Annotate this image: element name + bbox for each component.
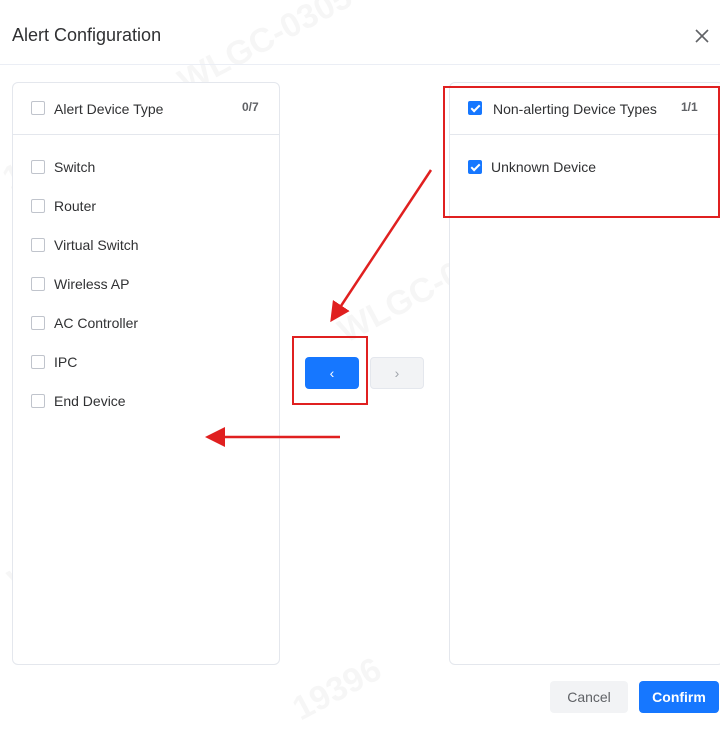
checkbox[interactable] [31,277,45,291]
checkbox[interactable] [31,355,45,369]
move-to-target-button[interactable]: › [370,357,424,389]
select-all-source-checkbox[interactable] [31,101,45,115]
confirm-button[interactable]: Confirm [639,681,719,713]
item-label: Virtual Switch [54,237,139,253]
arrow-annotation [330,169,433,323]
checkbox[interactable] [31,160,45,174]
checkbox[interactable] [31,199,45,213]
item-label: Switch [54,159,96,175]
source-panel: Alert Device Type 0/7 Switch Router Virt… [12,82,280,665]
dialog-title: Alert Configuration [12,25,162,45]
item-label: Router [54,198,97,214]
item-label: End Device [54,393,126,409]
source-panel-header: Alert Device Type 0/7 [13,83,279,135]
cancel-button[interactable]: Cancel [550,681,628,713]
checkbox[interactable] [31,316,45,330]
source-panel-title: Alert Device Type [54,101,164,117]
dialog-header: Alert Configuration [0,0,720,65]
checkbox[interactable] [31,238,45,252]
highlight-box-target-header [443,86,720,218]
highlight-box-move-button [292,336,368,405]
item-label: IPC [54,354,78,370]
watermark: 19396 [286,650,388,729]
close-icon[interactable] [692,26,712,46]
item-label: Wireless AP [54,276,130,292]
checkbox[interactable] [31,394,45,408]
source-count: 0/7 [242,100,259,114]
chevron-right-icon: › [394,365,400,381]
item-label: AC Controller [54,315,139,331]
